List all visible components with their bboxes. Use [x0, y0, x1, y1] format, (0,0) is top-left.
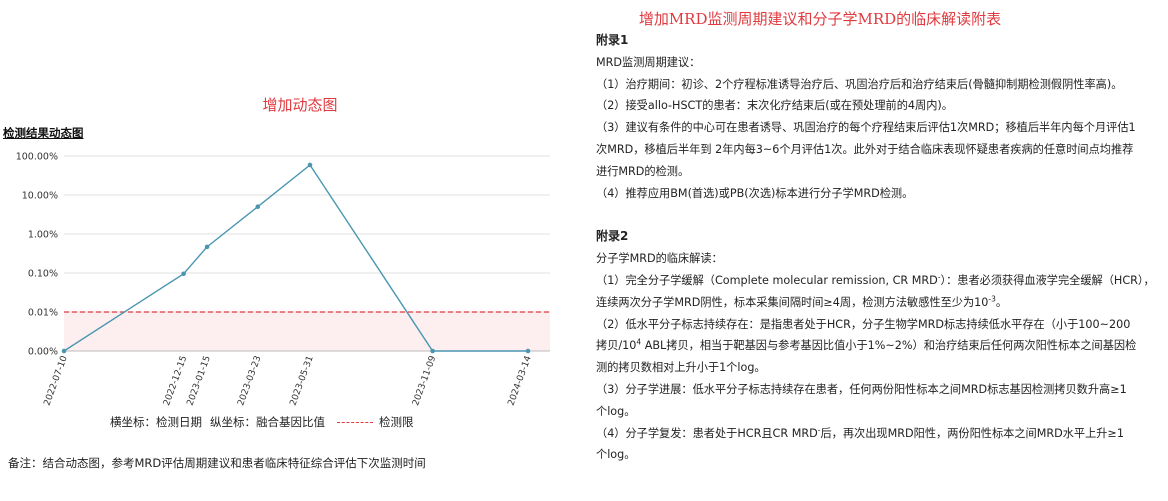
y-axis-description: 纵坐标：融合基因比值	[210, 415, 325, 429]
appendix2-line: （4）分子学复发：患者处于HCR且CR MRD-后，再次出现MRD阳性，两份阳性…	[596, 424, 1124, 440]
mrd-dynamic-chart: 0.00% 0.01% 0.10% 1.00% 10.00% 100.00% 2022-07…	[16, 152, 550, 408]
x-tick-label: 2024-03-14	[507, 354, 534, 407]
below-limit-band	[64, 312, 550, 351]
x-tick-label: 2023-11-09	[411, 354, 438, 407]
chart-heading: 检测结果动态图	[3, 126, 84, 140]
chart-note: 备注：结合动态图，参考MRD评估周期建议和患者临床特征综合评估下次监测时间	[8, 456, 426, 470]
appendix2-line: （3）分子学进展：低水平分子标志持续存在患者，任何两份阳性标本之间MRD标志基因…	[596, 382, 1127, 396]
appendix-panel: 附录1 MRD监测周期建议： （1）治疗期间：初诊、2个疗程标准诱导治疗后、巩固…	[596, 30, 1162, 466]
detection-limit-label: 检测限	[379, 415, 414, 429]
y-tick-label: 1.00%	[28, 230, 58, 241]
data-point	[255, 204, 261, 209]
y-tick-label: 0.10%	[28, 269, 58, 280]
appendix2-line: 个log。	[596, 404, 636, 418]
y-tick-label: 0.01%	[28, 308, 58, 319]
data-point	[430, 348, 435, 354]
x-tick-label: 2023-03-23	[236, 355, 263, 408]
data-point	[204, 244, 210, 250]
x-axis-description: 横坐标：检测日期	[110, 415, 202, 429]
appendix1-line: （1）治疗期间：初诊、2个疗程标准诱导治疗后、巩固治疗后和治疗结束后(骨髓抑制期…	[596, 77, 1123, 91]
x-tick-label: 2022-12-15	[162, 355, 189, 408]
left-section-title: 增加动态图	[262, 96, 338, 114]
data-point	[181, 271, 186, 277]
data-point	[61, 348, 67, 354]
appendix1-line: 进行MRD的检测。	[596, 164, 690, 178]
appendix2-line: 个log。	[596, 448, 636, 462]
data-point	[525, 348, 531, 354]
appendix2-intro: 分子学MRD的临床解读：	[596, 252, 723, 266]
appendix2-line: （1）完全分子学缓解（Complete molecular remission,…	[596, 272, 1155, 287]
y-tick-label: 100.00%	[16, 152, 58, 163]
appendix1-line: 次MRD，移植后半年到 2年内每3~6个月评估1次。此外对于结合临床表现怀疑患者…	[596, 142, 1134, 156]
appendix2-heading: 附录2	[596, 229, 629, 244]
y-tick-label: 10.00%	[22, 191, 58, 202]
appendix2-line: 拷贝/104 ABL拷贝，相当于靶基因与参考基因比值小于1%~2%）和治疗结束后…	[596, 337, 1137, 353]
x-tick-label: 2023-05-31	[289, 355, 316, 408]
detection-limit-swatch	[337, 421, 373, 423]
appendix1-line: （4）推荐应用BM(首选)或PB(次选)标本进行分子学MRD检测。	[596, 186, 914, 200]
right-section-title: 增加MRD监测周期建议和分子学MRD的临床解读附表	[638, 10, 1002, 28]
x-tick-label: 2022-07-10	[43, 354, 70, 407]
x-tick-label: 2023-01-15	[186, 355, 213, 408]
appendix1-line: （3）建议有条件的中心可在患者诱导、巩固治疗的每个疗程结束后评估1次MRD；移植…	[596, 121, 1136, 135]
appendix1-line: （2）接受allo-HSCT的患者：末次化疗结束后(或在预处理前的4周内)。	[596, 99, 953, 113]
appendix2-line: （2）低水平分子标志持续存在：是指患者处于HCR，分子生物学MRD标志持续低水平…	[596, 317, 1131, 331]
y-tick-label: 0.00%	[28, 347, 58, 358]
appendix2-line: 测的拷贝数相对上升小于1个log。	[596, 361, 766, 375]
chart-legend: 横坐标：检测日期 纵坐标：融合基因比值 检测限	[110, 414, 414, 430]
data-point	[307, 162, 313, 168]
appendix1-line: MRD监测周期建议：	[596, 55, 701, 69]
appendix1-heading: 附录1	[596, 33, 629, 47]
appendix2-line: 连续两次分子学MRD阴性，标本采集间隔时间≥4周，检测方法敏感性至少为10-3。	[596, 294, 1008, 309]
